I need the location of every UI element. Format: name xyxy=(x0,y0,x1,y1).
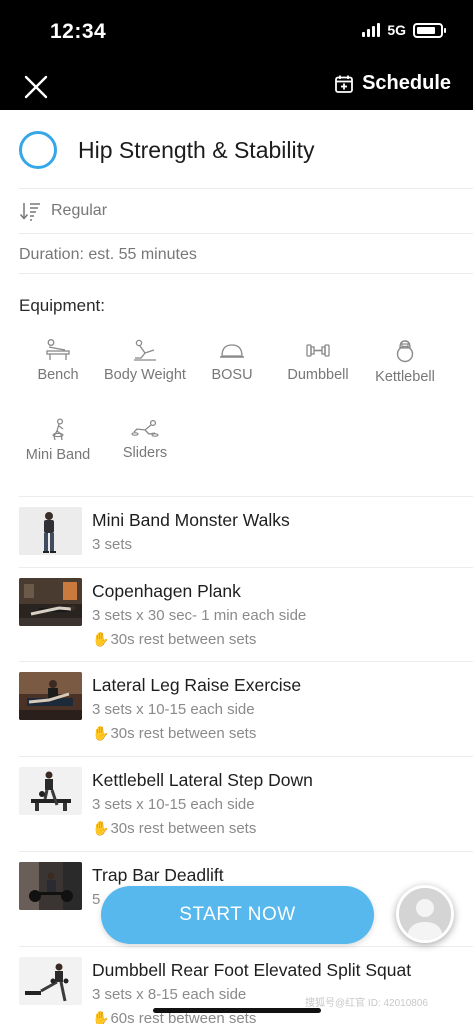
waving-hand-icon: ✋ xyxy=(92,631,110,647)
battery-icon xyxy=(413,22,446,38)
network-label: 5G xyxy=(387,22,406,38)
exercise-rest: ✋ 30s rest between sets xyxy=(92,820,256,837)
exercise-thumbnail xyxy=(19,767,82,815)
divider xyxy=(19,233,473,234)
divider xyxy=(19,188,473,189)
exercise-rest-text: 30s rest between sets xyxy=(110,725,257,742)
start-now-button[interactable]: START NOW xyxy=(101,886,374,944)
user-icon xyxy=(399,888,451,940)
exercise-name: Lateral Leg Raise Exercise xyxy=(92,675,302,695)
exercise-sets: 3 sets x 10-15 each side xyxy=(92,796,255,813)
exercise-sets: 3 sets x 30 sec- 1 min each side xyxy=(92,607,307,624)
bench-icon xyxy=(46,339,70,360)
exercise-name: Kettlebell Lateral Step Down xyxy=(92,770,313,790)
schedule-button[interactable]: Schedule xyxy=(334,72,451,95)
exercise-thumbnail xyxy=(19,578,82,626)
equipment-label: Dumbbell xyxy=(287,367,349,383)
workout-type: Regular xyxy=(51,202,108,219)
exercise-name: Mini Band Monster Walks xyxy=(92,510,290,530)
bosu-icon xyxy=(220,344,244,358)
exercise-thumbnail xyxy=(19,957,82,1005)
exercise-sets: 3 sets x 8-15 each side xyxy=(92,986,247,1003)
exercise-name: Dumbbell Rear Foot Elevated Split Squat xyxy=(92,960,412,980)
duration: Duration: est. 55 minutes xyxy=(19,246,197,263)
avatar[interactable] xyxy=(396,885,454,943)
equipment-label: Mini Band xyxy=(25,447,91,463)
signal-icon xyxy=(362,23,381,37)
exercise-thumbnail xyxy=(19,672,82,720)
exercise-row[interactable]: Mini Band Monster Walks 3 sets xyxy=(0,497,473,567)
equipment-label: Body Weight xyxy=(104,367,186,383)
duration-row: Duration: est. 55 minutes xyxy=(19,243,197,267)
exercise-rest-text: 30s rest between sets xyxy=(110,631,257,648)
equipment-label: Sliders xyxy=(122,445,168,461)
exercise-row[interactable]: Copenhagen Plank 3 sets x 30 sec- 1 min … xyxy=(0,568,473,661)
equipment-body-weight: Body Weight xyxy=(102,338,188,386)
close-icon xyxy=(24,75,48,99)
status-icons: 5G xyxy=(362,22,446,38)
title-row: Hip Strength & Stability xyxy=(0,110,473,190)
home-indicator[interactable] xyxy=(153,1008,321,1013)
status-time: 12:34 xyxy=(50,20,107,43)
exercise-name: Trap Bar Deadlift xyxy=(92,865,224,885)
workout-type-row: Regular xyxy=(19,198,107,224)
equipment-label: BOSU xyxy=(211,367,253,383)
equipment-label: Bench xyxy=(37,367,79,383)
exercise-row[interactable]: Lateral Leg Raise Exercise 3 sets x 10-1… xyxy=(0,662,473,756)
status-bar: 12:34 5G xyxy=(0,0,473,62)
exercise-thumbnail xyxy=(19,507,82,555)
equipment-dumbbell: Dumbbell xyxy=(275,338,361,386)
exercise-name: Copenhagen Plank xyxy=(92,581,241,601)
body-weight-icon xyxy=(134,339,156,361)
equipment-label: Kettlebell xyxy=(375,369,435,385)
schedule-label: Schedule xyxy=(362,72,451,94)
exercise-rest: ✋ 30s rest between sets xyxy=(92,725,256,742)
exercise-rest: ✋ 30s rest between sets xyxy=(92,631,256,648)
sliders-icon xyxy=(131,419,159,437)
equipment-mini-band: Mini Band xyxy=(15,418,101,466)
waving-hand-icon: ✋ xyxy=(92,820,110,836)
close-button[interactable] xyxy=(20,71,52,103)
equipment-kettlebell: Kettlebell xyxy=(362,338,448,388)
dumbbell-icon xyxy=(306,344,330,357)
waving-hand-icon: ✋ xyxy=(92,1010,110,1024)
sort-icon xyxy=(19,203,40,221)
watermark: 搜狐号@红官 ID: 42010806 xyxy=(305,998,428,1009)
waving-hand-icon: ✋ xyxy=(92,725,110,741)
equipment-bench: Bench xyxy=(15,338,101,386)
nav-bar: Schedule xyxy=(0,62,473,110)
exercise-rest-text: 30s rest between sets xyxy=(110,820,257,837)
exercise-row[interactable]: Kettlebell Lateral Step Down 3 sets x 10… xyxy=(0,757,473,851)
equipment-sliders: Sliders xyxy=(102,418,188,464)
divider xyxy=(19,273,473,274)
exercise-sets: 3 sets xyxy=(92,536,133,553)
exercise-thumbnail xyxy=(19,862,82,910)
mini-band-icon xyxy=(52,418,64,441)
complete-toggle[interactable] xyxy=(19,131,57,169)
equipment-bosu: BOSU xyxy=(189,338,275,386)
kettlebell-icon xyxy=(396,340,414,363)
exercise-sets: 3 sets x 10-15 each side xyxy=(92,701,255,718)
workout-title: Hip Strength & Stability xyxy=(78,137,315,163)
calendar-plus-icon xyxy=(335,75,353,93)
equipment-label: Equipment: xyxy=(19,296,105,315)
exercise-sets: 5 xyxy=(92,891,101,908)
